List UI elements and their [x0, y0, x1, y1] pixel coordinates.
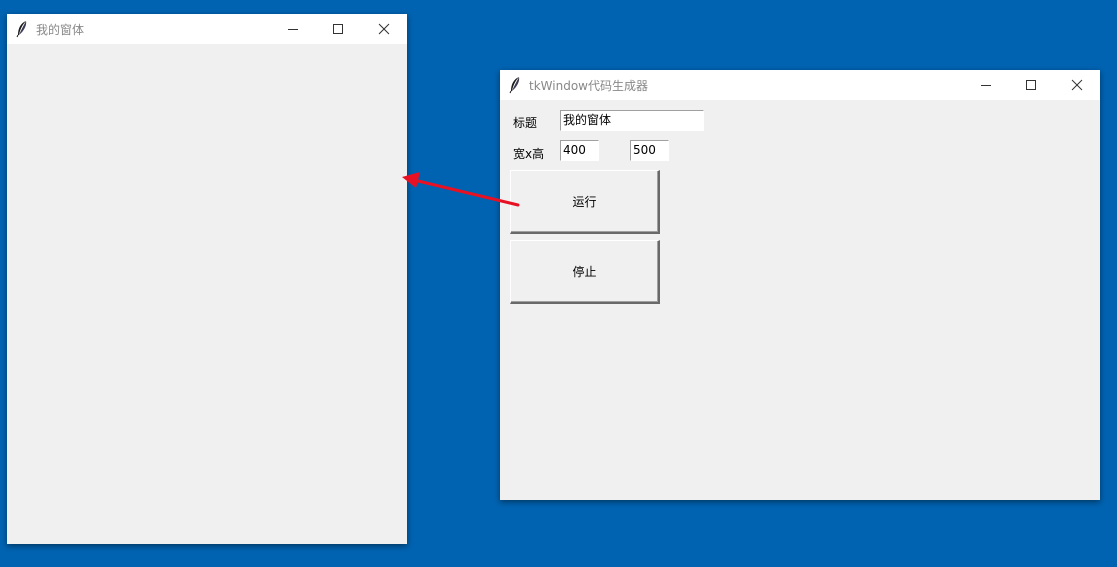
annotation-arrow: [402, 172, 520, 207]
desktop: 我的窗体 tkWindow代码生成器 标题 我的窗体 宽x高 400 500 运…: [0, 0, 1117, 567]
